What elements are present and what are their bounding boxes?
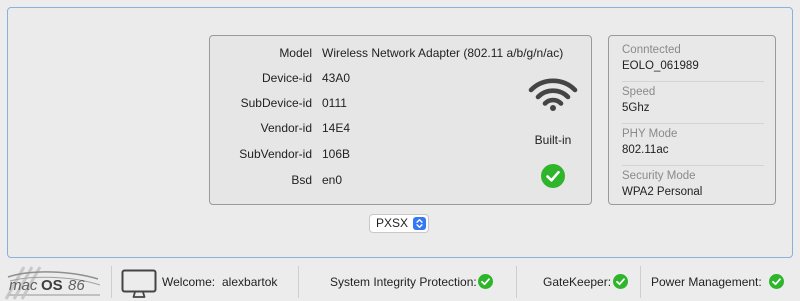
gatekeeper-label: GateKeeper: <box>543 275 612 289</box>
updown-chevron-icon <box>413 217 426 230</box>
speed-label: Speed <box>622 86 656 98</box>
welcome-label: Welcome: <box>162 275 216 289</box>
builtin-label: Built-in <box>534 133 572 147</box>
device-select-value: PXSX <box>376 216 409 230</box>
bsd-value: en0 <box>322 173 343 187</box>
subdevice-id-value: 0111 <box>322 96 347 110</box>
check-circle-icon <box>769 274 784 289</box>
status-connected: Conntected EOLO_061989 <box>622 41 764 82</box>
check-circle-icon <box>478 274 493 289</box>
model-value: Wireless Network Adapter (802.11 a/b/g/n… <box>322 46 564 60</box>
phy-mode-value: 802.11ac <box>622 144 669 156</box>
info-row-subvendor-id: SubVendor-id 106B <box>210 144 591 164</box>
connected-label: Conntected <box>622 44 681 56</box>
status-speed: Speed 5Ghz <box>622 83 764 124</box>
monitor-icon <box>121 269 157 298</box>
svg-text:OS: OS <box>41 277 63 294</box>
bsd-label: Bsd <box>291 173 312 187</box>
info-row-bsd: Bsd en0 <box>210 170 591 190</box>
vendor-id-label: Vendor-id <box>260 121 312 135</box>
vendor-id-value: 14E4 <box>322 121 351 135</box>
check-circle-icon <box>613 274 628 289</box>
info-row-model: Model Wireless Network Adapter (802.11 a… <box>210 43 591 63</box>
connection-status-box: Conntected EOLO_061989 Speed 5Ghz PHY Mo… <box>608 35 776 205</box>
svg-text:mac: mac <box>9 277 38 294</box>
device-info-box: Model Wireless Network Adapter (802.11 a… <box>209 35 592 205</box>
security-mode-label: Security Mode <box>622 170 696 182</box>
status-phy-mode: PHY Mode 802.11ac <box>622 125 764 166</box>
power-management-label: Power Management: <box>651 275 762 289</box>
footer-divider <box>111 266 112 298</box>
device-select[interactable]: PXSX <box>369 214 429 233</box>
speed-value: 5Ghz <box>622 102 650 114</box>
subvendor-id-value: 106B <box>322 147 351 161</box>
username: alexbartok <box>222 275 278 289</box>
phy-mode-label: PHY Mode <box>622 128 678 140</box>
status-security-mode: Security Mode WPA2 Personal <box>622 167 764 207</box>
footer-divider <box>640 266 641 298</box>
sip-label: System Integrity Protection: <box>330 275 477 289</box>
subvendor-id-label: SubVendor-id <box>239 147 312 161</box>
device-id-label: Device-id <box>261 71 312 85</box>
wifi-icon <box>528 78 578 111</box>
macos86-logo: mac OS 86 <box>4 266 101 300</box>
security-mode-value: WPA2 Personal <box>622 186 703 198</box>
subdevice-id-label: SubDevice-id <box>240 96 312 110</box>
svg-text:86: 86 <box>68 277 85 294</box>
check-circle-icon <box>541 164 565 188</box>
footer-divider <box>298 266 299 298</box>
connected-value: EOLO_061989 <box>622 60 699 72</box>
footer-divider <box>516 266 517 298</box>
footer-bar: mac OS 86 Welcome: alexbartok System Int… <box>0 261 800 301</box>
model-label: Model <box>279 46 312 60</box>
device-id-value: 43A0 <box>322 71 351 85</box>
